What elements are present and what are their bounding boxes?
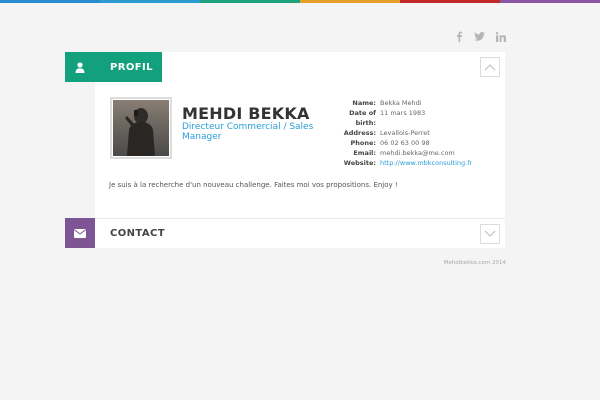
info-value: 06 02 63 00 98 — [380, 139, 430, 147]
twitter-icon[interactable] — [474, 31, 485, 42]
expand-contact-button[interactable] — [480, 224, 500, 244]
linkedin-icon[interactable] — [495, 31, 506, 42]
topbar-segment — [200, 0, 300, 3]
chevron-up-icon — [484, 64, 496, 71]
chevron-down-icon — [484, 230, 496, 237]
facebook-icon[interactable] — [453, 31, 464, 42]
info-label: Name: — [352, 99, 376, 107]
info-row-birth: Date of 11 mars 1983 — [340, 108, 472, 118]
info-value: 11 mars 1983 — [380, 109, 426, 117]
social-links — [453, 31, 506, 42]
profile-photo-image — [113, 100, 169, 156]
footer-copyright: Mehdibekka.com 2014 — [443, 260, 506, 266]
info-row-name: Name: Bekka Mehdi — [340, 98, 472, 108]
topbar-segment — [100, 0, 200, 3]
topbar-segment — [0, 0, 100, 3]
tab-profil[interactable]: PROFIL — [65, 52, 162, 82]
profile-title: Directeur Commercial / Sales Manager — [182, 122, 314, 142]
info-label: Date of — [349, 109, 376, 117]
profile-photo — [110, 97, 172, 159]
topbar-segment — [300, 0, 400, 3]
tab-contact-label: CONTACT — [110, 227, 165, 239]
info-value: Levallois-Perret — [380, 129, 430, 137]
info-row-website: Website: http://www.mbkconsulting.fr — [340, 158, 472, 168]
info-row-birth-cont: birth: — [340, 118, 472, 128]
tab-contact[interactable]: CONTACT — [65, 218, 265, 248]
tab-profil-label: PROFIL — [110, 61, 153, 73]
info-label: Website: — [343, 159, 376, 167]
info-label: birth: — [355, 119, 376, 127]
info-label: Address: — [343, 129, 376, 137]
top-color-bar — [0, 0, 600, 3]
envelope-icon — [65, 218, 95, 248]
collapse-profil-button[interactable] — [480, 57, 500, 77]
profile-name: MEHDI BEKKA — [182, 104, 310, 123]
info-row-phone: Phone: 06 02 63 00 98 — [340, 138, 472, 148]
topbar-segment — [500, 0, 600, 3]
topbar-segment — [400, 0, 500, 3]
info-label: Email: — [353, 149, 376, 157]
profile-description: Je suis à la recherche d'un nouveau chal… — [109, 181, 398, 189]
info-value: Bekka Mehdi — [380, 99, 422, 107]
website-link[interactable]: http://www.mbkconsulting.fr — [380, 158, 472, 168]
info-label: Phone: — [350, 139, 377, 147]
user-icon — [65, 52, 95, 82]
info-value: mehdi.bekka@me.com — [380, 149, 455, 157]
info-row-email: Email: mehdi.bekka@me.com — [340, 148, 472, 158]
info-row-address: Address: Levallois-Perret — [340, 128, 472, 138]
profile-info-table: Name: Bekka Mehdi Date of 11 mars 1983 b… — [340, 98, 472, 168]
